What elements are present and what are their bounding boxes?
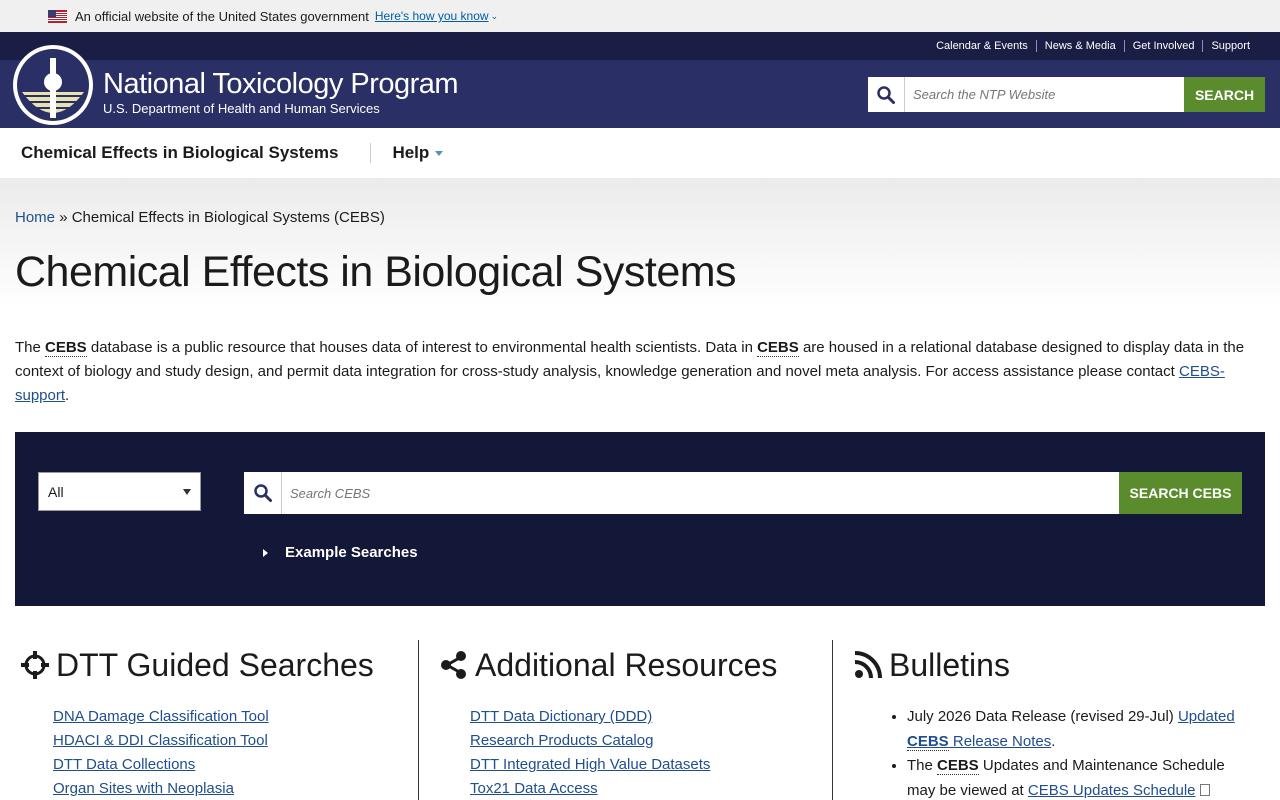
list-item: DNA Damage Classification Tool <box>53 705 418 729</box>
search-scope-select[interactable]: All <box>38 472 201 511</box>
bulletin-text: July 2026 Data Release (revised 29-Jul) <box>907 708 1178 725</box>
additional-resources-title: Additional Resources <box>475 646 778 683</box>
chevron-down-icon: ⌄ <box>490 10 499 21</box>
ntp-search-button[interactable]: SEARCH <box>1184 77 1265 112</box>
ntp-logo-icon[interactable] <box>12 44 94 126</box>
ntp-search-input[interactable] <box>905 77 1184 112</box>
cebs-abbr: CEBS <box>45 339 87 357</box>
example-searches-label: Example Searches <box>285 544 418 561</box>
caret-down-icon <box>435 150 444 156</box>
search-scope-value: All <box>48 483 64 500</box>
dtt-integrated-datasets-link[interactable]: DTT Integrated High Value Datasets <box>470 756 710 773</box>
bulletins-list: July 2026 Data Release (revised 29-Jul) … <box>833 705 1253 800</box>
utility-link-get-involved[interactable]: Get Involved <box>1123 40 1203 52</box>
dropdown-arrow-icon <box>183 489 191 495</box>
cebs-search-icon-box <box>244 472 282 514</box>
cebs-abbr: CEBS <box>937 757 979 775</box>
research-products-catalog-link[interactable]: Research Products Catalog <box>470 732 653 749</box>
list-item: DTT Integrated High Value Datasets <box>470 753 832 777</box>
list-item: Organ Sites with Neoplasia <box>53 777 418 800</box>
utility-link-support[interactable]: Support <box>1202 40 1258 52</box>
search-icon <box>877 85 895 104</box>
ntp-search-icon-box <box>868 77 905 112</box>
bulletin-text: . <box>1051 732 1056 750</box>
intro-text-1: The <box>15 339 46 356</box>
cebs-search-panel: All SEARCH CEBS Example Searches <box>15 432 1265 606</box>
breadcrumb-separator: » <box>59 209 68 226</box>
utility-link-news[interactable]: News & Media <box>1035 40 1124 52</box>
nav-item-help[interactable]: Help <box>392 143 444 163</box>
search-cebs-button[interactable]: SEARCH CEBS <box>1119 472 1242 514</box>
list-item: Tox21 Data Access <box>470 777 832 800</box>
list-item: DTT Data Dictionary (DDD) <box>470 705 832 729</box>
site-subtitle: U.S. Department of Health and Human Serv… <box>103 101 380 116</box>
bulletin-text: The <box>907 757 938 774</box>
list-item: July 2026 Data Release (revised 29-Jul) … <box>907 705 1253 754</box>
rss-icon <box>854 651 882 679</box>
dtt-guided-searches-section: DTT Guided Searches DNA Damage Classific… <box>20 640 418 800</box>
cebs-search-form: SEARCH CEBS <box>244 472 1242 514</box>
us-flag-icon <box>48 9 67 23</box>
section-heading: DTT Guided Searches <box>20 640 418 690</box>
additional-resources-section: Additional Resources DTT Data Dictionary… <box>418 640 832 800</box>
intro-text-2: database is a public resource that house… <box>86 339 758 356</box>
list-item: Research Products Catalog <box>470 729 832 753</box>
nav-item-cebs[interactable]: Chemical Effects in Biological Systems <box>21 143 338 163</box>
heres-how-you-know-link[interactable]: Here's how you know <box>375 9 489 23</box>
ntp-search-form: SEARCH <box>868 77 1265 112</box>
breadcrumb-home-link[interactable]: Home <box>15 209 55 226</box>
gov-banner: An official website of the United States… <box>0 0 1280 32</box>
hdaci-ddi-tool-link[interactable]: HDACI & DDI Classification Tool <box>53 732 268 749</box>
list-item: DTT Data Collections <box>53 753 418 777</box>
tox21-data-access-link[interactable]: Tox21 Data Access <box>470 780 598 797</box>
list-item: HDACI & DDI Classification Tool <box>53 729 418 753</box>
main-nav: Chemical Effects in Biological Systems H… <box>0 128 1280 178</box>
utility-nav: Calendar & Events News & Media Get Invol… <box>928 32 1258 60</box>
gov-banner-text: An official website of the United States… <box>75 8 369 24</box>
organ-sites-link[interactable]: Organ Sites with Neoplasia <box>53 780 234 797</box>
dtt-data-dictionary-link[interactable]: DTT Data Dictionary (DDD) <box>470 708 652 725</box>
cebs-search-input[interactable] <box>282 472 1119 514</box>
utility-bar: Calendar & Events News & Media Get Invol… <box>0 32 1280 60</box>
cebs-updates-schedule-link[interactable]: CEBS Updates Schedule <box>1028 782 1196 799</box>
crosshair-icon <box>21 651 49 679</box>
page-title: Chemical Effects in Biological Systems <box>15 248 737 296</box>
list-item: The CEBS Updates and Maintenance Schedul… <box>907 754 1253 800</box>
site-title[interactable]: National Toxicology Program <box>103 68 459 101</box>
intro-paragraph: The CEBS database is a public resource t… <box>15 336 1255 408</box>
cebs-abbr: CEBS <box>907 732 949 751</box>
dna-damage-tool-link[interactable]: DNA Damage Classification Tool <box>53 708 269 725</box>
site-header: Calendar & Events News & Media Get Invol… <box>0 32 1280 128</box>
breadcrumb: Home » Chemical Effects in Biological Sy… <box>15 209 385 226</box>
dtt-guided-searches-title: DTT Guided Searches <box>56 646 374 683</box>
release-notes-link-text: Updated <box>1177 708 1235 725</box>
share-icon <box>441 651 466 679</box>
bulletins-title: Bulletins <box>889 646 1010 683</box>
intro-text-end: . <box>65 387 70 404</box>
resource-links: DTT Data Dictionary (DDD) Research Produ… <box>419 705 832 800</box>
pdf-icon <box>1199 783 1210 796</box>
nav-divider <box>370 143 372 163</box>
section-heading: Additional Resources <box>419 640 832 690</box>
dtt-links: DNA Damage Classification Tool HDACI & D… <box>20 705 418 800</box>
nav-help-label: Help <box>392 143 430 162</box>
search-icon <box>253 484 272 502</box>
dtt-data-collections-link[interactable]: DTT Data Collections <box>53 756 195 773</box>
bulletins-section: Bulletins July 2026 Data Release (revise… <box>832 640 1280 800</box>
triangle-right-icon <box>263 548 268 557</box>
utility-link-calendar[interactable]: Calendar & Events <box>928 40 1036 52</box>
section-heading: Bulletins <box>833 640 1280 690</box>
release-notes-link-text: Release Notes <box>948 732 1052 750</box>
example-searches-toggle[interactable]: Example Searches <box>263 544 418 561</box>
breadcrumb-current: Chemical Effects in Biological Systems (… <box>71 209 385 226</box>
cebs-abbr: CEBS <box>757 339 799 357</box>
